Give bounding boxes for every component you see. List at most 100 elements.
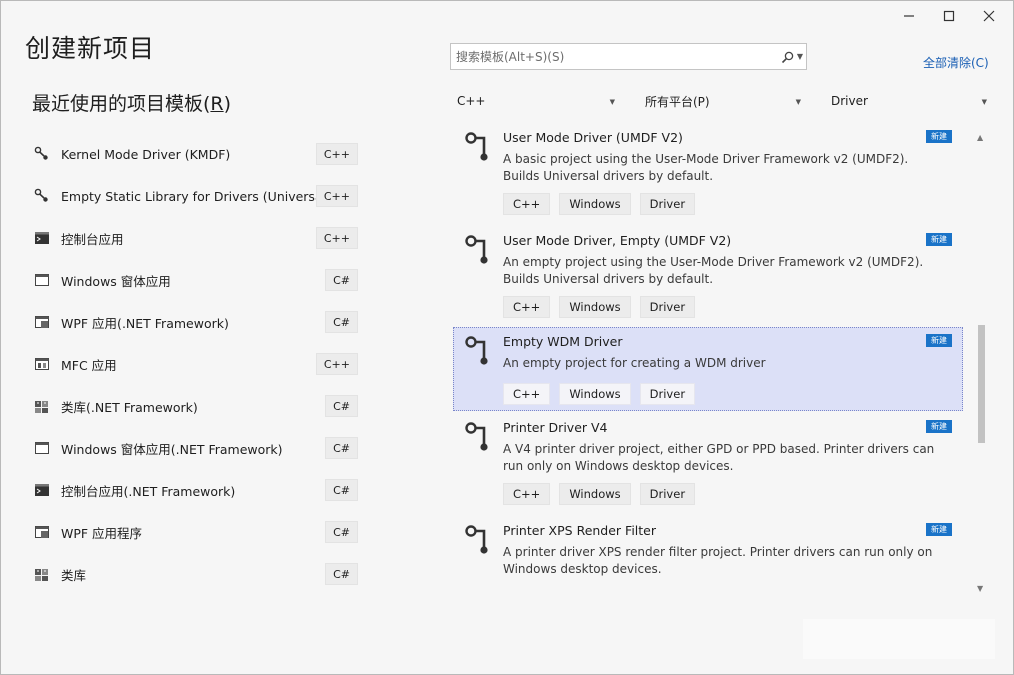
search-dropdown-icon[interactable]: ▼: [797, 52, 803, 61]
recent-template-name: WPF 应用(.NET Framework): [61, 315, 229, 331]
wpf-icon: [33, 523, 51, 541]
recent-template-item[interactable]: 控制台应用(.NET Framework) C#: [30, 469, 362, 511]
language-badge: C++: [315, 143, 358, 165]
new-badge: 新建: [926, 130, 952, 143]
template-name: Printer XPS Render Filter: [503, 523, 656, 538]
template-tag: Driver: [639, 193, 696, 215]
console-icon: [33, 481, 51, 499]
recent-template-item[interactable]: 控制台应用 C++: [30, 217, 362, 259]
class-library-icon: [33, 565, 51, 583]
template-tag: Driver: [639, 483, 696, 505]
template-tag: Windows: [559, 383, 631, 405]
template-item[interactable]: Printer XPS Render Filter 新建 A printer dri…: [453, 516, 963, 593]
template-item[interactable]: Empty WDM Driver 新建 An empty project for c…: [453, 327, 963, 411]
recent-template-item[interactable]: 类库 C#: [30, 553, 362, 595]
chevron-down-icon: ▼: [795, 98, 801, 106]
recent-template-name: Kernel Mode Driver (KMDF): [61, 146, 231, 162]
recent-template-item[interactable]: WPF 应用(.NET Framework) C#: [30, 301, 362, 343]
minimize-button[interactable]: [889, 3, 929, 29]
recent-template-item[interactable]: Empty Static Library for Drivers (Univer…: [30, 175, 362, 217]
driver-icon: [464, 132, 490, 166]
template-tag: Windows: [559, 483, 631, 505]
language-badge: C++: [315, 353, 358, 375]
language-badge: C#: [325, 311, 358, 333]
new-badge: 新建: [926, 420, 952, 433]
driver-icon: [464, 235, 490, 269]
language-badge: C#: [325, 479, 358, 501]
driver-icon: [33, 145, 51, 163]
template-name: User Mode Driver (UMDF V2): [503, 130, 683, 145]
recent-template-name: 控制台应用(.NET Framework): [61, 483, 236, 499]
language-badge: C#: [325, 395, 358, 417]
search-input[interactable]: [451, 49, 769, 64]
template-tag: C++: [503, 383, 551, 405]
template-name: User Mode Driver, Empty (UMDF V2): [503, 233, 732, 248]
create-new-project-window: 创建新项目 最近使用的项目模板(R) Kernel Mode Driver (K…: [0, 0, 1014, 675]
template-tag: C++: [503, 296, 551, 318]
close-button[interactable]: [969, 3, 1009, 29]
clear-all-link[interactable]: 全部清除(C): [923, 54, 989, 71]
template-tags: C++ Windows Driver: [503, 296, 696, 318]
driver-icon: [464, 336, 490, 370]
chevron-down-icon: ▼: [981, 98, 987, 106]
recent-template-name: Windows 窗体应用(.NET Framework): [61, 441, 283, 457]
platform-filter-value: 所有平台(P): [645, 94, 710, 109]
recent-template-item[interactable]: MFC 应用 C++: [30, 343, 362, 385]
driver-icon: [464, 525, 490, 559]
language-badge: C#: [325, 521, 358, 543]
recent-templates-heading: 最近使用的项目模板(R): [32, 89, 231, 116]
recent-heading-close: ): [223, 93, 232, 115]
new-badge: 新建: [926, 233, 952, 246]
language-badge: C#: [325, 563, 358, 585]
maximize-icon: [943, 10, 955, 22]
project-type-filter-dropdown[interactable]: Driver ▼: [825, 89, 993, 113]
recent-template-item[interactable]: Windows 窗体应用(.NET Framework) C#: [30, 427, 362, 469]
template-tag: C++: [503, 193, 551, 215]
template-tags: C++ Windows Driver: [503, 383, 696, 405]
language-badge: C#: [325, 269, 358, 291]
search-icon[interactable]: [781, 49, 794, 68]
recent-template-name: WPF 应用程序: [61, 525, 143, 541]
template-tag: Driver: [639, 296, 696, 318]
recent-heading-text: 最近使用的项目模板(: [32, 93, 211, 115]
recent-template-name: Empty Static Library for Drivers (Univer…: [61, 188, 331, 204]
template-item[interactable]: User Mode Driver (UMDF V2) 新建 A basic proj…: [453, 123, 963, 223]
console-icon: [33, 229, 51, 247]
close-icon: [983, 10, 995, 22]
template-description: A V4 printer driver project, either GPD …: [503, 442, 935, 473]
wpf-icon: [33, 313, 51, 331]
template-description: An empty project for creating a WDM driv…: [503, 356, 766, 370]
template-list-scrollbar[interactable]: ▲ ▼: [975, 129, 987, 595]
recent-template-item[interactable]: 类库(.NET Framework) C#: [30, 385, 362, 427]
footer-area: [803, 619, 995, 659]
chevron-down-icon: ▼: [609, 98, 615, 106]
template-item[interactable]: Printer Driver V4 新建 A V4 printer driver p…: [453, 413, 963, 513]
recent-template-item[interactable]: WPF 应用程序 C#: [30, 511, 362, 553]
search-box[interactable]: ▼: [450, 43, 807, 70]
scrollbar-thumb[interactable]: [978, 325, 985, 443]
recent-templates-list: Kernel Mode Driver (KMDF) C++ Empty Static…: [30, 133, 362, 595]
maximize-button[interactable]: [929, 3, 969, 29]
driver-icon: [33, 187, 51, 205]
window-form-icon: [33, 439, 51, 457]
scroll-down-icon[interactable]: ▼: [977, 584, 983, 593]
language-filter-dropdown[interactable]: C++ ▼: [451, 89, 621, 113]
template-list: User Mode Driver (UMDF V2) 新建 A basic proj…: [453, 123, 975, 593]
language-badge: C#: [325, 437, 358, 459]
recent-template-item[interactable]: Windows 窗体应用 C#: [30, 259, 362, 301]
template-tag: Windows: [559, 193, 631, 215]
template-tags: C++ Windows Driver: [503, 193, 696, 215]
template-tags: C++ Windows Driver: [503, 483, 696, 505]
driver-icon: [464, 422, 490, 456]
template-description: A basic project using the User-Mode Driv…: [503, 152, 909, 183]
project-type-filter-value: Driver: [831, 94, 868, 108]
template-description: A printer driver XPS render filter proje…: [503, 545, 933, 576]
platform-filter-dropdown[interactable]: 所有平台(P) ▼: [639, 89, 807, 113]
recent-template-name: MFC 应用: [61, 357, 117, 373]
recent-template-name: 控制台应用: [61, 231, 124, 247]
scroll-up-icon[interactable]: ▲: [977, 133, 983, 142]
template-item[interactable]: User Mode Driver, Empty (UMDF V2) 新建 An em…: [453, 226, 963, 326]
template-tag: Driver: [639, 383, 696, 405]
template-tag: Windows: [559, 296, 631, 318]
recent-template-item[interactable]: Kernel Mode Driver (KMDF) C++: [30, 133, 362, 175]
